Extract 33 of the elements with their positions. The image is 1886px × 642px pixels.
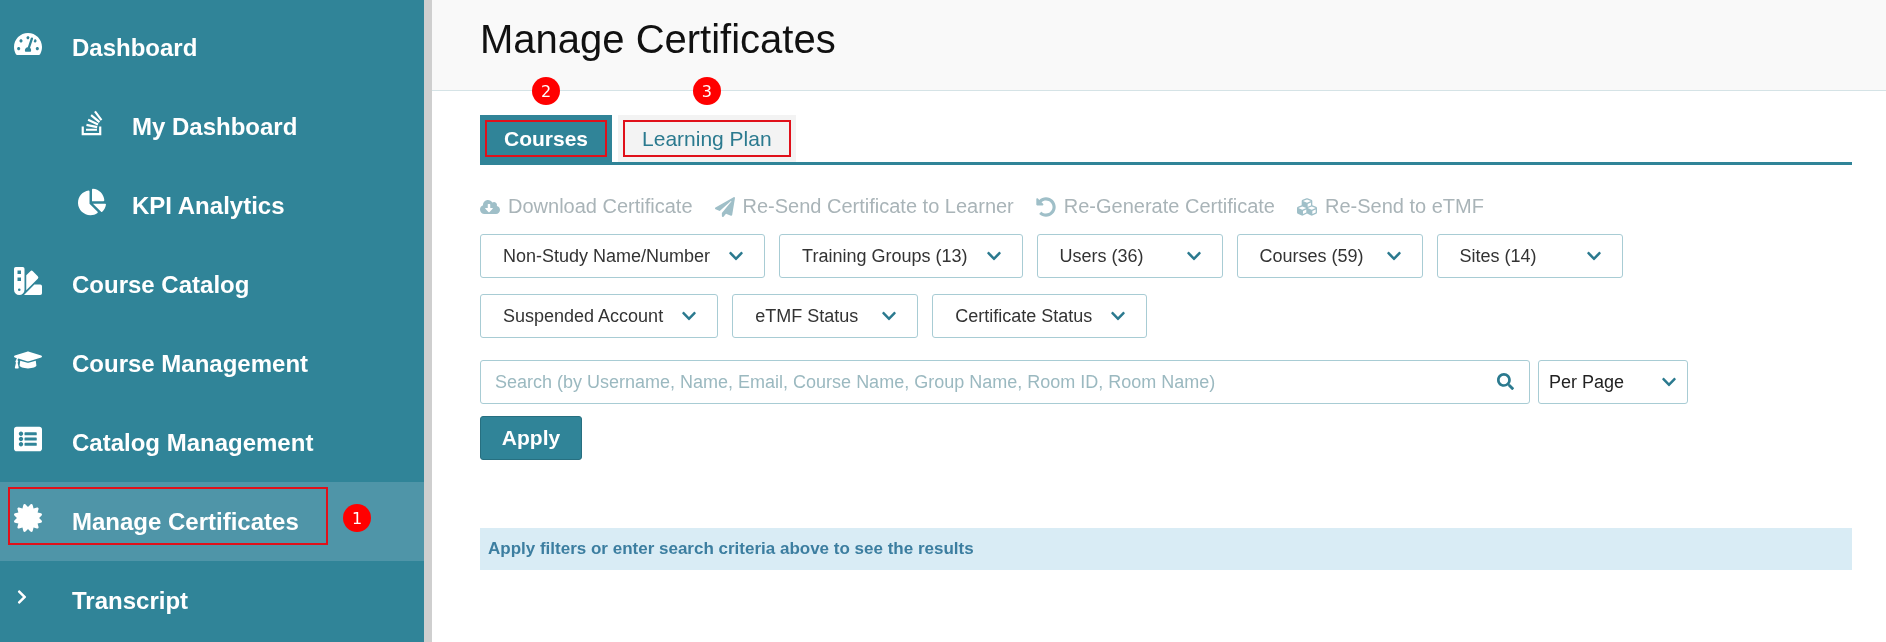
filter-dropdown[interactable]: Suspended Account (480, 294, 719, 338)
sidebar-item[interactable]: Dashboard (0, 8, 424, 87)
filter-dropdown[interactable]: Certificate Status (932, 294, 1148, 338)
cubes-icon (1297, 196, 1317, 217)
paper-plane-icon (714, 196, 735, 217)
sidebar-item[interactable]: My Dashboard (0, 87, 424, 166)
sidebar-item[interactable]: Transcript (0, 561, 424, 640)
search-field[interactable]: Search (by Username, Name, Email, Course Name, Group Name, Room ID, Room Name) (480, 360, 1530, 404)
sidebar-item[interactable]: Course Catalog (0, 245, 424, 324)
badge-icon (14, 503, 42, 532)
filter-dropdown[interactable]: Non-Study Name/Number (480, 234, 766, 278)
list-icon (14, 424, 42, 453)
filter-dropdown[interactable]: Courses (59) (1236, 234, 1423, 278)
search-icon (1497, 373, 1514, 390)
sidebar-item[interactable]: Manage Certificates 1 (0, 482, 424, 561)
sidebar-item[interactable]: Catalog Management (0, 403, 424, 482)
filter-dropdown[interactable]: Sites (14) (1436, 234, 1623, 278)
annotation-badge: 3 (692, 77, 721, 105)
pie-chart-icon (78, 187, 106, 216)
per-page-select[interactable]: Per Page (1538, 360, 1688, 404)
undo-icon (1035, 196, 1056, 217)
info-message: Apply filters or enter search criteria above to see the results (480, 528, 1852, 570)
filter-dropdown[interactable]: eTMF Status (732, 294, 919, 338)
apply-button[interactable]: Apply (480, 416, 582, 460)
annotation-badge: 2 (532, 77, 560, 105)
scrollbar[interactable] (424, 0, 432, 642)
swatch-icon (14, 266, 42, 295)
annotation-badge: 1 (343, 504, 371, 532)
filter-dropdown[interactable]: Users (36) (1036, 234, 1223, 278)
sidebar-item[interactable]: Course Management (0, 324, 424, 403)
page-title: Manage Certificates (480, 16, 836, 62)
filter-dropdown[interactable]: Training Groups (13) (779, 234, 1023, 278)
sidebar-item[interactable]: KPI Analytics (0, 166, 424, 245)
